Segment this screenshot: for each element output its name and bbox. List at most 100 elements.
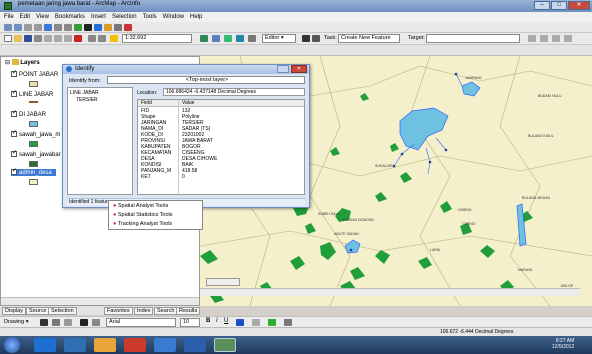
identify-titlebar[interactable]: [63, 65, 309, 74]
collapse-icon[interactable]: ⊟: [5, 60, 10, 66]
editor-menu[interactable]: Editor ▾: [262, 34, 296, 43]
rectangle-icon[interactable]: [64, 319, 72, 326]
layer-visibility-checkbox[interactable]: [11, 129, 17, 137]
arcmap-taskbar-icon[interactable]: [214, 338, 236, 352]
menu-view[interactable]: View: [36, 12, 49, 22]
italic-button[interactable]: I: [216, 318, 218, 324]
tree-layer-node[interactable]: LINE JABAR: [70, 90, 99, 96]
map-scale-input[interactable]: 1:32.692: [122, 34, 192, 43]
sketch-tool-icon[interactable]: [312, 35, 320, 42]
pan-icon[interactable]: [34, 24, 42, 31]
split-tool-icon[interactable]: [528, 35, 536, 42]
target-dropdown[interactable]: [426, 34, 520, 43]
tab-favorites[interactable]: Favorites: [104, 307, 133, 315]
explorer-icon[interactable]: [64, 338, 86, 352]
editor-toolbar-icon[interactable]: [200, 35, 208, 42]
layer-item[interactable]: sawah_jawabar: [11, 149, 61, 158]
text-icon[interactable]: [80, 319, 88, 326]
sketch-properties-icon[interactable]: [564, 35, 572, 42]
menu-file[interactable]: File: [4, 12, 14, 22]
layers-root-label[interactable]: Layers: [20, 60, 39, 66]
field-column-header[interactable]: Field: [141, 100, 152, 106]
firefox-icon[interactable]: [154, 338, 176, 352]
close-button[interactable]: ✕: [568, 1, 590, 10]
layer-item[interactable]: LINE JABAR: [11, 89, 53, 98]
tab-search[interactable]: Search: [154, 307, 178, 315]
back-extent-icon[interactable]: [54, 24, 62, 31]
add-data-icon[interactable]: [110, 35, 118, 42]
forward-extent-icon[interactable]: [64, 24, 72, 31]
layer-visibility-checkbox[interactable]: [11, 69, 17, 77]
select-elements-icon[interactable]: [84, 24, 92, 31]
menu-bookmarks[interactable]: Bookmarks: [55, 12, 85, 22]
tab-source[interactable]: Source: [26, 307, 50, 315]
layer-item[interactable]: DI JABAR: [11, 109, 46, 118]
font-size-dropdown[interactable]: 10: [180, 318, 200, 327]
select-features-icon[interactable]: [74, 24, 82, 31]
value-column-header[interactable]: Value: [182, 100, 194, 106]
tab-display[interactable]: Display: [2, 307, 27, 315]
tab-results[interactable]: Results: [176, 307, 201, 315]
find-icon[interactable]: [104, 24, 112, 31]
command-line-icon[interactable]: [224, 35, 232, 42]
layer-visibility-checkbox[interactable]: [11, 149, 17, 157]
start-button[interactable]: [4, 337, 20, 353]
layer-item[interactable]: POINT JABAR: [11, 69, 58, 78]
map-horizontal-scrollbar[interactable]: [200, 288, 580, 296]
tab-index[interactable]: Index: [134, 307, 154, 315]
bold-button[interactable]: B: [206, 318, 210, 324]
toc-horizontal-scrollbar[interactable]: [1, 297, 199, 305]
zoom-out-icon[interactable]: [14, 24, 22, 31]
help-icon[interactable]: [248, 35, 256, 42]
arctoolbox-icon[interactable]: [212, 35, 220, 42]
tree-feature-node[interactable]: TERSIER: [76, 97, 98, 103]
ie-icon[interactable]: [34, 338, 56, 352]
line-color-icon[interactable]: [268, 319, 276, 326]
menu-window[interactable]: Window: [163, 12, 184, 22]
tab-selection[interactable]: Selection: [48, 307, 77, 315]
print-icon[interactable]: [34, 35, 42, 42]
identify-icon[interactable]: [94, 24, 102, 31]
fill-color-icon[interactable]: [252, 319, 260, 326]
open-icon[interactable]: [14, 35, 22, 42]
menu-selection[interactable]: Selection: [112, 12, 137, 22]
minimize-button[interactable]: –: [534, 1, 550, 10]
identify-minimize-button[interactable]: [277, 65, 289, 73]
menu-insert[interactable]: Insert: [91, 12, 106, 22]
font-dropdown[interactable]: Arial: [106, 318, 176, 327]
measure-icon[interactable]: [114, 24, 122, 31]
save-icon[interactable]: [24, 35, 32, 42]
drawing-menu[interactable]: Drawing ▾: [4, 319, 28, 325]
maximize-button[interactable]: □: [551, 1, 567, 10]
word-icon[interactable]: [184, 338, 206, 352]
toolbox-item[interactable]: ● Spatial Analyst Tools: [113, 203, 168, 209]
paste-icon[interactable]: [64, 35, 72, 42]
menu-tools[interactable]: Tools: [143, 12, 157, 22]
layout-view-buttons[interactable]: [206, 278, 240, 286]
menu-help[interactable]: Help: [190, 12, 202, 22]
layer-item-selected[interactable]: admin_desa: [11, 167, 56, 176]
undo-icon[interactable]: [88, 35, 96, 42]
identify-from-dropdown[interactable]: <Top-most layer>: [107, 76, 305, 84]
underline-button[interactable]: U: [224, 318, 228, 324]
hyperlink-icon[interactable]: [124, 24, 132, 31]
delete-icon[interactable]: [74, 35, 82, 42]
marker-color-icon[interactable]: [284, 319, 292, 326]
edit-tool-icon[interactable]: [302, 35, 310, 42]
model-builder-icon[interactable]: [236, 35, 244, 42]
toolbox-item[interactable]: ● Tracking Analyst Tools: [113, 221, 172, 227]
attributes-icon[interactable]: [552, 35, 560, 42]
zoom-in-icon[interactable]: [4, 24, 12, 31]
identify-close-button[interactable]: ✕: [291, 65, 307, 73]
rotate-tool-icon[interactable]: [540, 35, 548, 42]
menu-edit[interactable]: Edit: [20, 12, 30, 22]
copy-icon[interactable]: [54, 35, 62, 42]
layer-visibility-checkbox[interactable]: [11, 89, 17, 97]
redo-icon[interactable]: [98, 35, 106, 42]
folder-icon[interactable]: [94, 338, 116, 352]
rotate-icon[interactable]: [52, 319, 60, 326]
cut-icon[interactable]: [44, 35, 52, 42]
fixed-zoom-icon[interactable]: [24, 24, 32, 31]
new-icon[interactable]: [4, 35, 12, 42]
layer-item[interactable]: sawah_jawa_m: [11, 129, 60, 138]
